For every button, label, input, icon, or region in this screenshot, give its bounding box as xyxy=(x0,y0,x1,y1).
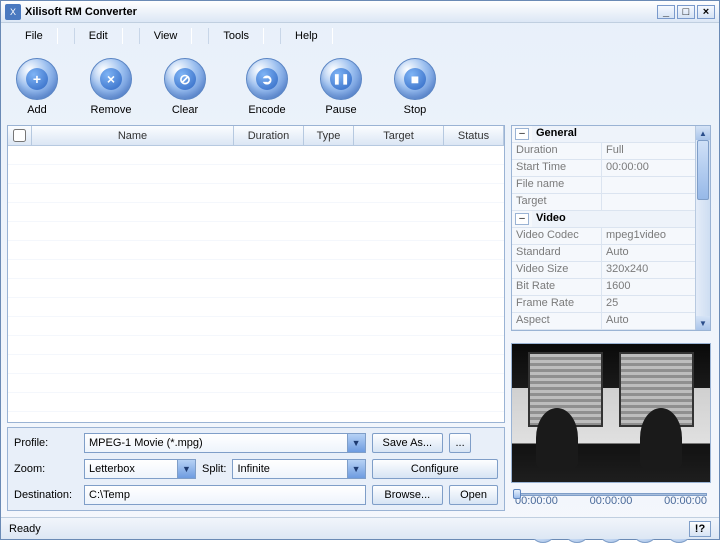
dropdown-icon: ▼ xyxy=(177,460,195,478)
collapse-icon[interactable]: – xyxy=(515,213,529,225)
prop-row: Frame Rate25 xyxy=(512,296,695,313)
destination-input[interactable]: C:\Temp xyxy=(84,485,366,505)
prop-row: Start Time00:00:00 xyxy=(512,160,695,177)
header-name[interactable]: Name xyxy=(32,126,234,145)
preview-image xyxy=(640,408,682,468)
x-icon: × xyxy=(100,68,122,90)
scroll-down-icon[interactable]: ▼ xyxy=(696,316,710,330)
file-list: Name Duration Type Target Status xyxy=(7,125,505,423)
properties-scrollbar[interactable]: ▲ ▼ xyxy=(695,126,710,330)
prop-row: AspectAuto xyxy=(512,313,695,330)
save-as-button[interactable]: Save As... xyxy=(372,433,444,453)
close-button[interactable]: × xyxy=(697,5,715,19)
properties-panel: –General DurationFull Start Time00:00:00… xyxy=(511,125,711,331)
menu-tools[interactable]: Tools xyxy=(208,28,264,44)
encode-icon: ➲ xyxy=(256,68,278,90)
profile-more-button[interactable]: ... xyxy=(449,433,471,453)
time-total: 00:00:00 xyxy=(664,495,707,507)
add-label: Add xyxy=(27,104,47,116)
prop-row: Video Size320x240 xyxy=(512,262,695,279)
header-duration[interactable]: Duration xyxy=(234,126,304,145)
right-column: –General DurationFull Start Time00:00:00… xyxy=(511,125,711,511)
dropdown-icon: ▼ xyxy=(347,460,365,478)
header-target[interactable]: Target xyxy=(354,126,444,145)
seek-thumb[interactable] xyxy=(513,489,521,499)
destination-label: Destination: xyxy=(14,489,78,501)
status-text: Ready xyxy=(9,523,41,535)
destination-value: C:\Temp xyxy=(89,489,130,501)
maximize-button[interactable]: □ xyxy=(677,5,695,19)
zoom-value: Letterbox xyxy=(89,463,135,475)
preview-image xyxy=(536,408,578,468)
pause-icon: ❚❚ xyxy=(330,68,352,90)
split-select[interactable]: Infinite ▼ xyxy=(232,459,365,479)
left-column: Name Duration Type Target Status Profile… xyxy=(7,125,505,511)
prop-row: File name xyxy=(512,177,695,194)
collapse-icon[interactable]: – xyxy=(515,128,529,140)
prop-row: DurationFull xyxy=(512,143,695,160)
menubar: File Edit View Tools Help xyxy=(1,23,719,49)
header-checkbox[interactable] xyxy=(8,126,32,145)
scroll-up-icon[interactable]: ▲ xyxy=(696,126,710,140)
properties-table[interactable]: –General DurationFull Start Time00:00:00… xyxy=(512,126,695,330)
settings-panel: Profile: MPEG-1 Movie (*.mpg) ▼ Save As.… xyxy=(7,427,505,511)
encode-button[interactable]: ➲ Encode xyxy=(241,58,293,116)
scroll-thumb[interactable] xyxy=(697,140,709,200)
window-title: Xilisoft RM Converter xyxy=(25,6,655,18)
clear-label: Clear xyxy=(172,104,198,116)
configure-button[interactable]: Configure xyxy=(372,459,498,479)
split-label: Split: xyxy=(202,463,226,475)
prop-row: Bit Rate1600 xyxy=(512,279,695,296)
profile-value: MPEG-1 Movie (*.mpg) xyxy=(89,437,203,449)
profile-label: Profile: xyxy=(14,437,78,449)
section-video[interactable]: –Video xyxy=(512,211,695,228)
profile-select[interactable]: MPEG-1 Movie (*.mpg) ▼ xyxy=(84,433,366,453)
clear-icon: ⊘ xyxy=(174,68,196,90)
time-current: 00:00:00 xyxy=(590,495,633,507)
prop-row: Target xyxy=(512,194,695,211)
menu-view[interactable]: View xyxy=(139,28,193,44)
time-elapsed: 00:00:00 xyxy=(515,495,558,507)
prop-row: Video Codecmpeg1video xyxy=(512,228,695,245)
menu-file[interactable]: File xyxy=(11,28,58,44)
remove-button[interactable]: × Remove xyxy=(85,58,137,116)
stop-label: Stop xyxy=(404,104,427,116)
browse-button[interactable]: Browse... xyxy=(372,485,444,505)
toolbar-group-edit: + Add × Remove ⊘ Clear xyxy=(11,58,211,116)
header-type[interactable]: Type xyxy=(304,126,354,145)
stop-icon: ■ xyxy=(404,68,426,90)
split-value: Infinite xyxy=(237,463,269,475)
app-window: X Xilisoft RM Converter _ □ × File Edit … xyxy=(0,0,720,540)
app-icon: X xyxy=(5,4,21,20)
list-body[interactable] xyxy=(8,146,504,422)
dropdown-icon: ▼ xyxy=(347,434,365,452)
open-button[interactable]: Open xyxy=(449,485,498,505)
menu-help[interactable]: Help xyxy=(280,28,333,44)
menu-edit[interactable]: Edit xyxy=(74,28,123,44)
section-general[interactable]: –General xyxy=(512,126,695,143)
zoom-select[interactable]: Letterbox ▼ xyxy=(84,459,196,479)
pause-label: Pause xyxy=(325,104,356,116)
time-readout: 00:00:00 00:00:00 00:00:00 xyxy=(511,495,711,507)
prop-row: StandardAuto xyxy=(512,245,695,262)
toolbar: + Add × Remove ⊘ Clear ➲ Encode ❚❚ Pause ■ Sto… xyxy=(1,49,719,125)
stop-button[interactable]: ■ Stop xyxy=(389,58,441,116)
body: Name Duration Type Target Status Profile… xyxy=(1,125,719,517)
titlebar: X Xilisoft RM Converter _ □ × xyxy=(1,1,719,23)
pause-button[interactable]: ❚❚ Pause xyxy=(315,58,367,116)
plus-icon: + xyxy=(26,68,48,90)
clear-button[interactable]: ⊘ Clear xyxy=(159,58,211,116)
minimize-button[interactable]: _ xyxy=(657,5,675,19)
toolbar-group-encode: ➲ Encode ❚❚ Pause ■ Stop xyxy=(241,58,441,116)
help-button[interactable]: !? xyxy=(689,521,711,537)
zoom-label: Zoom: xyxy=(14,463,78,475)
seek-track xyxy=(515,493,707,496)
remove-label: Remove xyxy=(91,104,132,116)
preview-pane[interactable] xyxy=(511,343,711,483)
status-bar: Ready !? xyxy=(1,517,719,539)
header-status[interactable]: Status xyxy=(444,126,504,145)
list-header: Name Duration Type Target Status xyxy=(8,126,504,146)
encode-label: Encode xyxy=(248,104,285,116)
add-button[interactable]: + Add xyxy=(11,58,63,116)
